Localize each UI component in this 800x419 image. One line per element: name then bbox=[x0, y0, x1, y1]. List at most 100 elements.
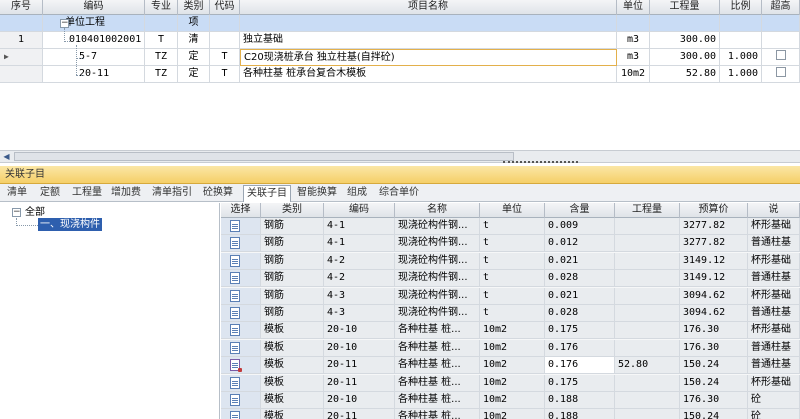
table-row[interactable]: 钢筋 4-3 现浇砼构件钢... t 0.021 3094.62 杯形基础 bbox=[221, 287, 800, 305]
row-quantity[interactable] bbox=[615, 374, 680, 392]
row-category[interactable]: 模板 bbox=[261, 339, 324, 357]
row-spec[interactable] bbox=[145, 15, 178, 32]
document-icon[interactable] bbox=[230, 307, 240, 319]
row-quantity[interactable] bbox=[615, 287, 680, 305]
row-select[interactable] bbox=[221, 252, 261, 270]
table-row[interactable]: 1 010401002001 T 清 独立基础 m3 300.00 bbox=[0, 32, 800, 49]
row-code[interactable]: 20-11 bbox=[324, 409, 395, 419]
row-code[interactable]: 20-11 bbox=[324, 357, 395, 375]
row-content[interactable]: 0.175 bbox=[545, 322, 615, 340]
table-row[interactable]: 模板 20-11 各种柱基 桩... 10m2 0.175 150.24 杯形基础 bbox=[221, 374, 800, 392]
row-select[interactable] bbox=[221, 409, 261, 419]
tab-composition[interactable]: 组成 bbox=[344, 185, 370, 201]
row-code[interactable]: 20-10 bbox=[324, 339, 395, 357]
row-name[interactable]: 现浇砼构件钢... bbox=[395, 218, 480, 235]
row-category[interactable]: 模板 bbox=[261, 322, 324, 340]
row-category[interactable]: 钢筋 bbox=[261, 270, 324, 288]
row-unit[interactable]: t bbox=[480, 270, 545, 288]
col-header-daima[interactable]: 代码 bbox=[210, 0, 240, 15]
row-daima[interactable] bbox=[210, 15, 240, 32]
row-name-editor[interactable]: C20现浇桩承台 独立柱基(自拌砼) bbox=[240, 49, 617, 66]
row-budget-price[interactable]: 3094.62 bbox=[680, 287, 748, 305]
row-category[interactable]: 模板 bbox=[261, 392, 324, 409]
row-budget-price[interactable]: 176.30 bbox=[680, 339, 748, 357]
col-header-description[interactable]: 说 bbox=[748, 203, 800, 218]
row-overheight[interactable] bbox=[762, 32, 800, 49]
row-ratio[interactable] bbox=[720, 32, 762, 49]
row-name[interactable]: 各种柱基 桩... bbox=[395, 392, 480, 409]
document-icon[interactable] bbox=[230, 341, 240, 354]
table-row[interactable]: 模板 20-11 各种柱基 桩... 10m2 0.176 52.80 150.24 普通柱基 bbox=[221, 357, 800, 375]
row-category[interactable]: 清 bbox=[178, 32, 210, 49]
row-unit[interactable]: 10m2 bbox=[480, 392, 545, 409]
table-row[interactable]: 钢筋 4-1 现浇砼构件钢... t 0.012 3277.82 普通柱基 bbox=[221, 235, 800, 253]
row-description[interactable]: 杯形基础 bbox=[748, 322, 800, 340]
row-code[interactable]: 4-3 bbox=[324, 287, 395, 305]
row-category[interactable]: 模板 bbox=[261, 357, 324, 375]
scrollbar-thumb[interactable] bbox=[14, 152, 514, 161]
row-description[interactable]: 砼 bbox=[748, 392, 800, 409]
row-name[interactable]: 各种柱基 桩... bbox=[395, 339, 480, 357]
row-select[interactable] bbox=[221, 270, 261, 288]
row-name[interactable]: 各种柱基 桩承台复合木模板 bbox=[240, 66, 617, 83]
col-header-spec[interactable]: 专业 bbox=[145, 0, 178, 15]
document-icon[interactable] bbox=[230, 289, 240, 302]
row-quantity[interactable] bbox=[615, 270, 680, 288]
row-code[interactable]: 20-11 bbox=[43, 66, 145, 83]
table-row[interactable]: 钢筋 4-2 现浇砼构件钢... t 0.028 3149.12 普通柱基 bbox=[221, 270, 800, 288]
row-content[interactable]: 0.028 bbox=[545, 305, 615, 322]
edited-item-icon[interactable] bbox=[230, 359, 242, 373]
col-header-quantity[interactable]: 工程量 bbox=[650, 0, 720, 15]
row-category[interactable]: 钢筋 bbox=[261, 218, 324, 235]
row-code[interactable]: 4-1 bbox=[324, 235, 395, 253]
row-overheight[interactable] bbox=[762, 66, 800, 83]
row-category[interactable]: 钢筋 bbox=[261, 235, 324, 253]
row-quantity[interactable] bbox=[650, 15, 720, 32]
row-description[interactable]: 杯形基础 bbox=[748, 287, 800, 305]
row-ratio[interactable] bbox=[720, 15, 762, 32]
table-row[interactable]: 模板 20-11 各种柱基 桩... 10m2 0.188 150.24 砼 bbox=[221, 409, 800, 419]
row-daima[interactable] bbox=[210, 32, 240, 49]
col-header-content[interactable]: 含量 bbox=[545, 203, 615, 218]
tab-concrete-conversion[interactable]: 砼换算 bbox=[200, 185, 236, 201]
row-quantity[interactable] bbox=[615, 409, 680, 419]
row-unit[interactable]: 10m2 bbox=[617, 66, 650, 83]
row-unit[interactable]: 10m2 bbox=[480, 357, 545, 375]
row-category[interactable]: 定 bbox=[178, 49, 210, 66]
table-row[interactable]: 模板 20-10 各种柱基 桩... 10m2 0.175 176.30 杯形基础 bbox=[221, 322, 800, 340]
row-overheight[interactable] bbox=[762, 15, 800, 32]
row-name[interactable]: 各种柱基 桩... bbox=[395, 409, 480, 419]
tab-related-items[interactable]: 关联子目 bbox=[243, 185, 291, 202]
row-budget-price[interactable]: 150.24 bbox=[680, 374, 748, 392]
row-content[interactable]: 0.188 bbox=[545, 409, 615, 419]
row-description[interactable]: 杯形基础 bbox=[748, 374, 800, 392]
col-header-quantity[interactable]: 工程量 bbox=[615, 203, 680, 218]
row-category[interactable]: 钢筋 bbox=[261, 305, 324, 322]
row-category[interactable]: 定 bbox=[178, 66, 210, 83]
row-description[interactable]: 普通柱基 bbox=[748, 357, 800, 375]
row-budget-price[interactable]: 3149.12 bbox=[680, 270, 748, 288]
row-unit[interactable]: t bbox=[480, 287, 545, 305]
tab-quantity[interactable]: 工程量 bbox=[69, 185, 105, 201]
row-spec[interactable]: TZ bbox=[145, 49, 178, 66]
row-select[interactable] bbox=[221, 218, 261, 235]
row-unit[interactable]: m3 bbox=[617, 32, 650, 49]
row-code[interactable]: 20-10 bbox=[324, 322, 395, 340]
col-header-overheight[interactable]: 超高 bbox=[762, 0, 800, 15]
row-name[interactable]: 各种柱基 桩... bbox=[395, 357, 480, 375]
row-content[interactable]: 0.021 bbox=[545, 252, 615, 270]
table-row[interactable]: ▶ 5-7 TZ 定 T C20现浇桩承台 独立柱基(自拌砼) m3 300.0… bbox=[0, 49, 800, 66]
document-icon[interactable] bbox=[230, 324, 240, 337]
row-unit[interactable]: 10m2 bbox=[480, 374, 545, 392]
document-icon[interactable] bbox=[230, 220, 240, 232]
row-ratio[interactable]: 1.000 bbox=[720, 49, 762, 66]
row-code[interactable]: 4-1 bbox=[324, 218, 395, 235]
row-content[interactable]: 0.012 bbox=[545, 235, 615, 253]
row-code[interactable]: 5-7 bbox=[43, 49, 145, 66]
row-description[interactable]: 普通柱基 bbox=[748, 235, 800, 253]
row-budget-price[interactable]: 3277.82 bbox=[680, 218, 748, 235]
row-code[interactable]: 4-3 bbox=[324, 305, 395, 322]
row-budget-price[interactable]: 150.24 bbox=[680, 357, 748, 375]
row-quantity[interactable]: 52.80 bbox=[615, 357, 680, 375]
panel-splitter-grip[interactable] bbox=[503, 161, 578, 165]
